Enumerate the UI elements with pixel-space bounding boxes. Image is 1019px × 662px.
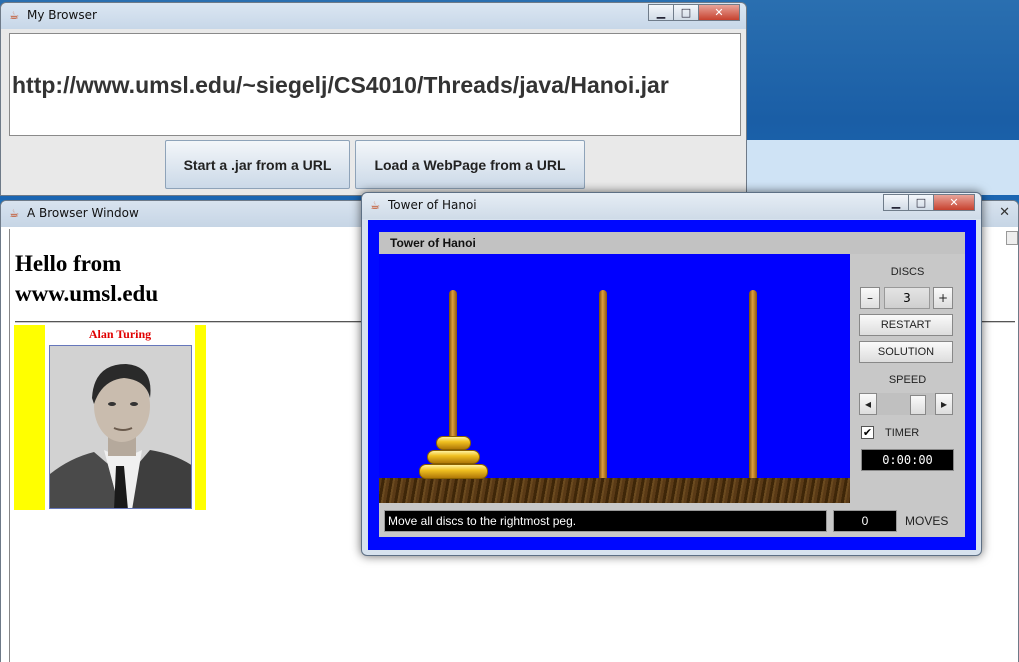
speed-decrease-button[interactable]: ◂ <box>859 393 877 415</box>
close-button[interactable]: ✕ <box>933 194 975 211</box>
timer-checkbox[interactable]: ✔ <box>861 426 874 439</box>
applet-title: Tower of Hanoi <box>379 232 965 254</box>
load-webpage-button[interactable]: Load a WebPage from a URL <box>355 140 585 189</box>
discs-label: DISCS <box>890 266 925 278</box>
speed-slider-thumb[interactable] <box>910 395 926 415</box>
my-browser-window: ☕ My Browser ▁ □ ✕ http://www.umsl.edu/~… <box>0 2 747 196</box>
minimize-button[interactable]: ▁ <box>648 4 674 21</box>
url-text: http://www.umsl.edu/~siegelj/CS4010/Thre… <box>12 72 669 98</box>
speed-label: SPEED <box>888 374 927 386</box>
java-icon: ☕ <box>9 9 19 22</box>
hanoi-titlebar[interactable]: ☕ Tower of Hanoi ▁ □ ✕ <box>362 193 981 219</box>
minimize-button[interactable]: ▁ <box>883 194 909 211</box>
turing-panel: Alan Turing <box>45 325 195 510</box>
speed-slider[interactable] <box>877 393 935 415</box>
disc-count-field: 3 <box>884 287 930 309</box>
moves-counter: 0 <box>833 510 897 532</box>
window-title: Tower of Hanoi <box>388 198 477 212</box>
speed-increase-button[interactable]: ▸ <box>935 393 953 415</box>
disc-small[interactable] <box>436 436 471 450</box>
game-board[interactable] <box>379 254 850 503</box>
timer-display: 0:00:00 <box>861 449 954 471</box>
window-title: My Browser <box>27 8 97 22</box>
turing-caption: Alan Turing <box>88 327 152 341</box>
disc-large[interactable] <box>419 464 488 479</box>
window-controls: ▁ □ ✕ <box>648 4 740 22</box>
turing-portrait-image <box>49 345 192 509</box>
discs-plus-button[interactable]: + <box>933 287 953 309</box>
window-controls: ▁ □ ✕ <box>883 194 975 212</box>
moves-label: MOVES <box>905 514 949 528</box>
java-icon: ☕ <box>9 207 19 220</box>
url-input[interactable]: http://www.umsl.edu/~siegelj/CS4010/Thre… <box>9 33 741 136</box>
wood-floor <box>379 478 850 503</box>
my-browser-titlebar[interactable]: ☕ My Browser ▁ □ ✕ <box>1 3 746 29</box>
window-title: A Browser Window <box>27 206 139 220</box>
maximize-button[interactable]: □ <box>908 194 934 211</box>
left-arrow-icon: ◂ <box>864 397 872 411</box>
maximize-button[interactable]: □ <box>673 4 699 21</box>
status-message: Move all discs to the rightmost peg. <box>384 510 827 532</box>
discs-minus-button[interactable]: – <box>860 287 880 309</box>
close-button[interactable]: ✕ <box>698 4 740 21</box>
page-heading: Hello from www.umsl.edu <box>15 249 158 309</box>
hanoi-applet-frame: Tower of Hanoi DISCS – 3 + RESTART SOLUT… <box>368 220 976 550</box>
java-icon: ☕ <box>370 199 380 212</box>
peg-middle[interactable] <box>599 290 607 479</box>
turing-image-frame: Alan Turing <box>14 325 206 510</box>
timer-label: TIMER <box>885 427 920 439</box>
heading-line-2: www.umsl.edu <box>15 281 159 306</box>
control-panel: DISCS – 3 + RESTART SOLUTION SPEED ◂ ▸ ✔… <box>850 254 965 503</box>
disc-medium[interactable] <box>427 450 480 464</box>
vertical-scrollbar[interactable] <box>1006 231 1018 245</box>
right-arrow-icon: ▸ <box>940 397 948 411</box>
start-jar-button[interactable]: Start a .jar from a URL <box>165 140 350 189</box>
peg-right[interactable] <box>749 290 757 479</box>
solution-button[interactable]: SOLUTION <box>859 341 953 363</box>
heading-line-1: Hello from <box>15 251 122 276</box>
hanoi-applet: Tower of Hanoi DISCS – 3 + RESTART SOLUT… <box>379 232 965 537</box>
restart-button[interactable]: RESTART <box>859 314 953 336</box>
desktop-background-strip <box>739 140 1019 195</box>
close-icon[interactable]: ✕ <box>999 205 1010 220</box>
hanoi-window: ☕ Tower of Hanoi ▁ □ ✕ Tower of Hanoi DI… <box>361 192 982 556</box>
